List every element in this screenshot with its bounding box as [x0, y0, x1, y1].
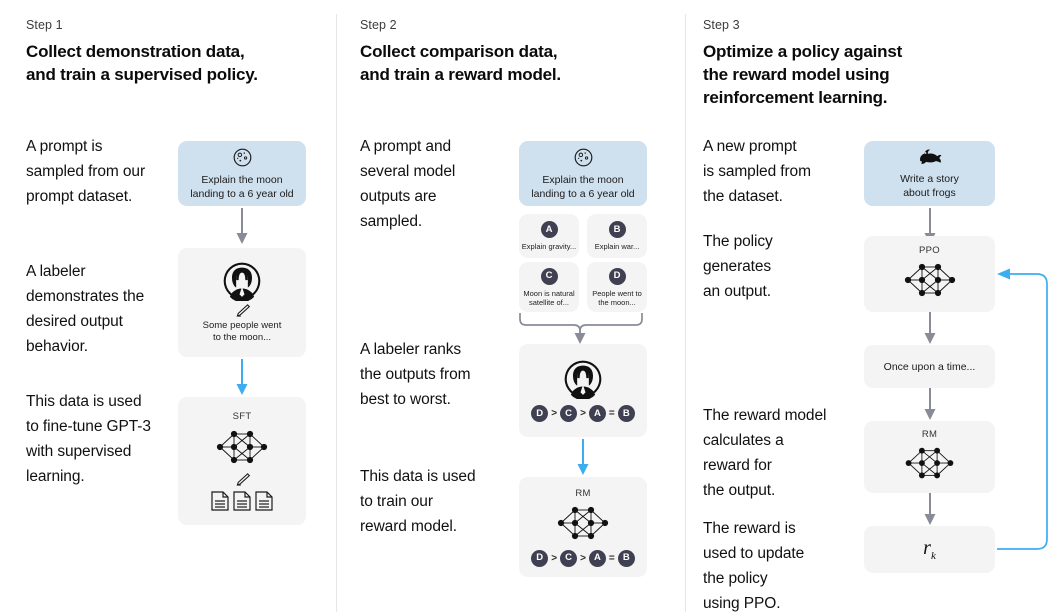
step-1-paragraph-1: A prompt is sampled from our prompt data… — [26, 138, 146, 205]
step-3-rm-title: RM — [921, 429, 938, 440]
step-1-title-line-1: Collect demonstration data, — [26, 42, 245, 61]
step-1-paragraph-3: This data is used to fine-tune GPT-3 wit… — [26, 393, 151, 485]
step-3-title-line-2: the reward model using — [703, 65, 890, 84]
step-3-prompt-card: Write a story about frogs — [864, 141, 995, 206]
step-2-rm-title: RM — [575, 487, 591, 499]
ranking-row-labeler: D > C > A = B — [531, 405, 635, 422]
step-1-prompt-text: Explain the moon landing to a 6 year old — [190, 173, 294, 200]
step-3-paragraph-1: A new prompt is sampled from the dataset… — [703, 138, 811, 205]
step-3-reward-card: rk — [864, 526, 995, 573]
neural-network-icon — [216, 430, 268, 463]
rm-rank-badge-3: A — [588, 549, 606, 567]
rank-op-1: > — [551, 408, 558, 419]
reward-symbol: rk — [923, 537, 936, 562]
step-1-labeler-text: Some people went to the moon... — [202, 320, 282, 343]
step-3-paragraph-2: The policy generates an output. — [703, 233, 773, 300]
rm-rank-badge-2: C — [560, 549, 578, 567]
step-3-paragraph-3: The reward model calculates a reward for… — [703, 407, 827, 499]
rank-op-2: > — [580, 408, 586, 419]
frog-icon — [919, 149, 941, 164]
step-2-title-line-1: Collect comparison data, — [360, 42, 558, 61]
step-2-title-line-2: and train a reward model. — [360, 65, 561, 84]
step-2-title: Collect comparison data, and train a rew… — [360, 40, 670, 86]
step-2-prompt-card: Explain the moon landing to a 6 year old — [519, 141, 647, 206]
moon-icon — [233, 148, 251, 166]
step-1-title: Collect demonstration data, and train a … — [26, 40, 326, 86]
arrow-down-3d — [924, 493, 936, 525]
option-card-b: B Explain war... — [587, 214, 647, 258]
step-3-ppo-card: PPO — [864, 236, 995, 312]
option-text-b: Explain war... — [594, 242, 640, 251]
step-1-sft-card: SFT — [178, 397, 306, 525]
rm-rank-op-3: = — [608, 552, 615, 564]
step-1-paragraph-2: A labeler demonstrates the desired outpu… — [26, 263, 145, 355]
step-2-paragraph-1: A prompt and several model outputs are s… — [360, 138, 456, 230]
step-1-title-line-2: and train a supervised policy. — [26, 65, 258, 84]
step-3-output-text: Once upon a time... — [883, 360, 976, 373]
step-3-title: Optimize a policy against the reward mod… — [703, 40, 943, 109]
step-3-rm-card: RM — [864, 421, 995, 493]
rank-badge-4: B — [617, 405, 635, 422]
column-step-3: Step 3 Optimize a policy against the rew… — [685, 0, 1064, 612]
neural-network-icon — [905, 447, 954, 479]
ranking-row-rm: D > C > A = B — [531, 549, 635, 567]
brace-merge-arrow — [519, 313, 643, 344]
option-text-a: Explain gravity... — [521, 242, 577, 251]
rank-badge-3: A — [588, 405, 606, 422]
feedback-loop-arrow — [997, 268, 1048, 550]
rank-badge-1: D — [531, 405, 549, 422]
arrow-down-3b — [924, 312, 936, 344]
labeler-avatar-icon — [223, 262, 261, 301]
pencil-icon — [236, 472, 250, 486]
column-step-1: Step 1 Collect demonstration data, and t… — [0, 0, 336, 612]
option-text-c: Moon is natural satellite of... — [523, 288, 575, 307]
neural-network-icon — [904, 263, 955, 297]
step-3-output-card: Once upon a time... — [864, 345, 995, 388]
documents-icon — [211, 490, 273, 511]
step-1-sft-title: SFT — [232, 410, 252, 422]
option-badge-b: B — [608, 221, 626, 238]
step-2-label: Step 2 — [360, 18, 397, 32]
arrow-down-blue-2b — [577, 439, 589, 475]
arrow-down-blue-1b — [236, 359, 248, 395]
step-3-ppo-title: PPO — [919, 245, 940, 256]
rm-rank-badge-1: D — [531, 549, 549, 567]
moon-icon — [574, 148, 592, 166]
neural-network-icon — [557, 506, 609, 539]
option-card-a: A Explain gravity... — [519, 214, 579, 258]
step-3-title-line-1: Optimize a policy against — [703, 42, 903, 61]
step-2-paragraph-3: This data is used to train our reward mo… — [360, 468, 476, 535]
rm-rank-op-1: > — [551, 552, 558, 564]
option-badge-d: D — [608, 267, 626, 285]
step-3-prompt-text: Write a story about frogs — [900, 173, 959, 199]
arrow-down-1a — [236, 208, 248, 244]
option-card-c: C Moon is natural satellite of... — [519, 262, 579, 312]
step-3-paragraph-4: The reward is used to update the policy … — [703, 520, 805, 612]
step-1-prompt-card: Explain the moon landing to a 6 year old — [178, 141, 306, 206]
rm-rank-op-2: > — [580, 552, 586, 564]
step-3-title-line-3: reinforcement learning. — [703, 88, 888, 107]
option-badge-c: C — [540, 267, 558, 285]
step-2-prompt-text: Explain the moon landing to a 6 year old — [531, 173, 635, 200]
step-1-labeler-card: Some people went to the moon... — [178, 248, 306, 357]
step-2-rm-card: RM D > C > A = B — [519, 477, 647, 577]
option-badge-a: A — [540, 221, 558, 238]
rm-rank-badge-4: B — [617, 549, 635, 567]
step-1-label: Step 1 — [26, 18, 63, 32]
rank-op-3: = — [608, 408, 615, 419]
step-2-paragraph-2: A labeler ranks the outputs from best to… — [360, 341, 471, 408]
pencil-icon — [236, 304, 250, 317]
arrow-down-3c — [924, 388, 936, 420]
rank-badge-2: C — [560, 405, 578, 422]
option-text-d: People went to the moon... — [592, 288, 642, 307]
reward-symbol-base: r — [923, 537, 931, 559]
reward-symbol-subscript: k — [930, 550, 936, 562]
step-2-ranking-card: D > C > A = B — [519, 344, 647, 437]
rlhf-diagram: Step 1 Collect demonstration data, and t… — [0, 0, 1064, 612]
column-step-2: Step 2 Collect comparison data, and trai… — [336, 0, 685, 612]
labeler-avatar-icon — [564, 360, 602, 399]
step-3-label: Step 3 — [703, 18, 740, 32]
option-card-d: D People went to the moon... — [587, 262, 647, 312]
